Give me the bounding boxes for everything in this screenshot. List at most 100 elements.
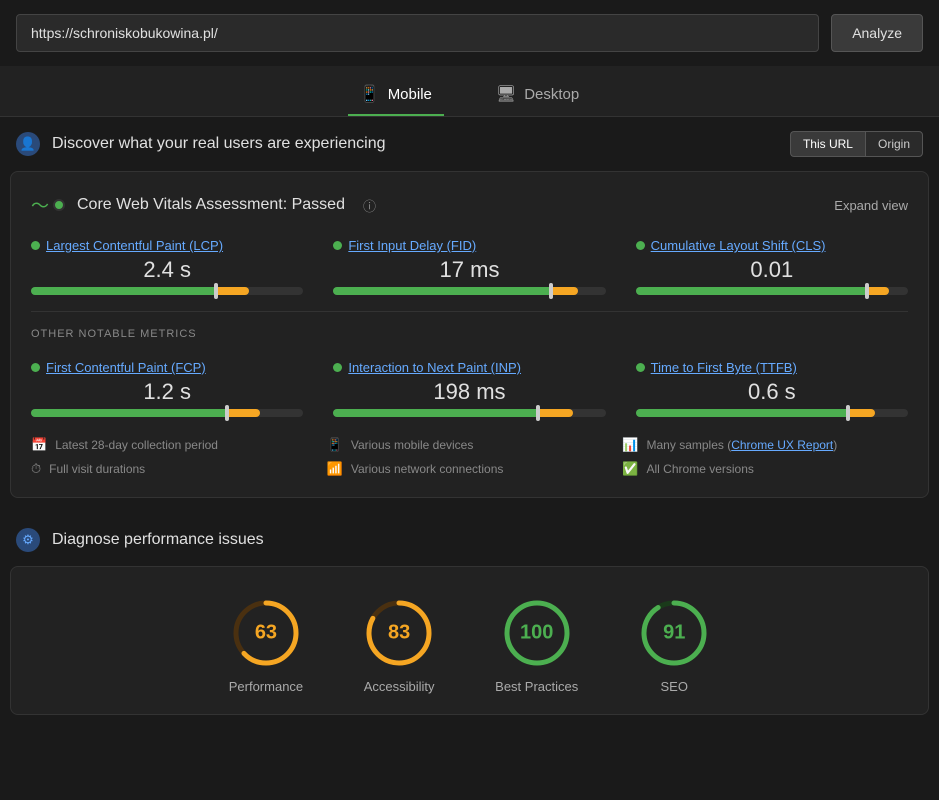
metric-label-ttfb[interactable]: Time to First Byte (TTFB)	[636, 360, 908, 375]
metric-dot-cls	[636, 241, 645, 250]
footer-text-0-0: Latest 28-day collection period	[55, 438, 218, 452]
core-web-vitals-card: 〜 Core Web Vitals Assessment: Passed ⓘ E…	[10, 171, 929, 498]
progress-bar-cls	[636, 287, 908, 295]
metric-dot-lcp	[31, 241, 40, 250]
footer-col-1: 📱 Various mobile devices 📶 Various netwo…	[327, 437, 613, 477]
progress-green-cls	[636, 287, 867, 295]
progress-green-inp	[333, 409, 537, 417]
metric-label-cls[interactable]: Cumulative Layout Shift (CLS)	[636, 238, 908, 253]
footer-icon-0-1: ⏱	[31, 461, 41, 477]
metric-label-inp[interactable]: Interaction to Next Paint (INP)	[333, 360, 605, 375]
metric-label-lcp[interactable]: Largest Contentful Paint (LCP)	[31, 238, 303, 253]
tab-desktop[interactable]: 🖥 Desktop	[484, 76, 591, 116]
real-users-title: Discover what your real users are experi…	[52, 135, 385, 153]
progress-orange-lcp	[216, 287, 249, 295]
metric-value-fcp: 1.2 s	[31, 379, 303, 405]
other-metrics-grid: First Contentful Paint (FCP) 1.2 s Inter…	[31, 360, 908, 417]
diagnose-header-left: ⚙ Diagnose performance issues	[16, 528, 264, 552]
footer-col-2: 📊 Many samples (Chrome UX Report) ✅ All …	[622, 437, 908, 477]
score-number-performance: 63	[255, 622, 277, 645]
footer-col-0: 📅 Latest 28-day collection period ⏱ Full…	[31, 437, 317, 477]
footer-item-1-1: 📶 Various network connections	[327, 461, 613, 477]
this-url-button[interactable]: This URL	[790, 131, 865, 157]
diagnose-title: Diagnose performance issues	[52, 531, 264, 549]
score-number-accessibility: 83	[388, 622, 410, 645]
score-performance: 63 Performance	[229, 597, 303, 694]
scores-grid: 63 Performance 83 Accessibility 100 Best	[31, 597, 908, 694]
footer-icon-2-0: 📊	[622, 437, 638, 453]
footer-text-1-1: Various network connections	[351, 462, 504, 476]
progress-marker-lcp	[214, 283, 218, 299]
origin-button[interactable]: Origin	[865, 131, 923, 157]
metric-value-ttfb: 0.6 s	[636, 379, 908, 405]
score-circle-performance: 63	[230, 597, 302, 669]
diagnose-icon: ⚙	[16, 528, 40, 552]
metrics-divider	[31, 311, 908, 312]
top-bar: Analyze	[0, 0, 939, 66]
score-label-performance: Performance	[229, 679, 303, 694]
footer-text-1-0: Various mobile devices	[351, 438, 474, 452]
metric-dot-inp	[333, 363, 342, 372]
progress-green-fcp	[31, 409, 227, 417]
progress-green-ttfb	[636, 409, 848, 417]
mobile-icon: 📱	[360, 84, 380, 104]
score-accessibility: 83 Accessibility	[363, 597, 435, 694]
cwv-info-icon[interactable]: ⓘ	[363, 196, 376, 215]
metric-dot-ttfb	[636, 363, 645, 372]
progress-bar-fcp	[31, 409, 303, 417]
progress-marker-cls	[865, 283, 869, 299]
footer-icon-1-0: 📱	[327, 437, 343, 453]
score-circle-best-practices: 100	[501, 597, 573, 669]
metric-value-inp: 198 ms	[333, 379, 605, 405]
progress-orange-fid	[551, 287, 578, 295]
footer-item-2-1: ✅ All Chrome versions	[622, 461, 908, 477]
green-dot	[53, 199, 65, 211]
footer-info: 📅 Latest 28-day collection period ⏱ Full…	[31, 437, 908, 477]
chrome-ux-link[interactable]: Chrome UX Report	[731, 438, 833, 452]
cwv-icon: 〜	[31, 192, 65, 218]
real-users-icon: 👤	[16, 132, 40, 156]
progress-orange-cls	[867, 287, 889, 295]
score-circle-seo: 91	[638, 597, 710, 669]
real-users-header: 👤 Discover what your real users are expe…	[0, 117, 939, 171]
other-notable-label: OTHER NOTABLE METRICS	[31, 328, 908, 340]
footer-item-1-0: 📱 Various mobile devices	[327, 437, 613, 453]
score-number-seo: 91	[663, 622, 685, 645]
metric-dot-fcp	[31, 363, 40, 372]
cwv-title: Core Web Vitals Assessment: Passed	[77, 196, 345, 214]
tab-mobile[interactable]: 📱 Mobile	[348, 76, 444, 116]
expand-view-link[interactable]: Expand view	[834, 198, 908, 213]
score-label-seo: SEO	[661, 679, 688, 694]
progress-marker-fid	[549, 283, 553, 299]
score-number-best-practices: 100	[520, 622, 553, 645]
tab-bar: 📱 Mobile 🖥 Desktop	[0, 66, 939, 117]
progress-bar-fid	[333, 287, 605, 295]
tab-mobile-label: Mobile	[388, 86, 432, 103]
cwv-header: 〜 Core Web Vitals Assessment: Passed ⓘ E…	[31, 192, 908, 218]
metric-label-fcp[interactable]: First Contentful Paint (FCP)	[31, 360, 303, 375]
progress-marker-fcp	[225, 405, 229, 421]
analyze-button[interactable]: Analyze	[831, 14, 923, 52]
progress-bar-inp	[333, 409, 605, 417]
progress-green-fid	[333, 287, 551, 295]
metric-label-fid[interactable]: First Input Delay (FID)	[333, 238, 605, 253]
metric-fid: First Input Delay (FID) 17 ms	[333, 238, 605, 295]
desktop-icon: 🖥	[496, 84, 516, 104]
scores-card: 63 Performance 83 Accessibility 100 Best	[10, 566, 929, 715]
progress-green-lcp	[31, 287, 216, 295]
footer-item-2-0: 📊 Many samples (Chrome UX Report)	[622, 437, 908, 453]
progress-bar-lcp	[31, 287, 303, 295]
footer-icon-1-1: 📶	[327, 461, 343, 477]
metric-fcp: First Contentful Paint (FCP) 1.2 s	[31, 360, 303, 417]
tab-desktop-label: Desktop	[524, 86, 579, 103]
footer-text-2-0: Many samples (Chrome UX Report)	[647, 438, 838, 452]
section-header-left: 👤 Discover what your real users are expe…	[16, 132, 385, 156]
progress-orange-fcp	[227, 409, 260, 417]
progress-marker-inp	[536, 405, 540, 421]
url-input[interactable]	[16, 14, 819, 52]
footer-text-0-1: Full visit durations	[49, 462, 145, 476]
metric-dot-fid	[333, 241, 342, 250]
core-metrics-grid: Largest Contentful Paint (LCP) 2.4 s Fir…	[31, 238, 908, 295]
metric-cls: Cumulative Layout Shift (CLS) 0.01	[636, 238, 908, 295]
metric-ttfb: Time to First Byte (TTFB) 0.6 s	[636, 360, 908, 417]
